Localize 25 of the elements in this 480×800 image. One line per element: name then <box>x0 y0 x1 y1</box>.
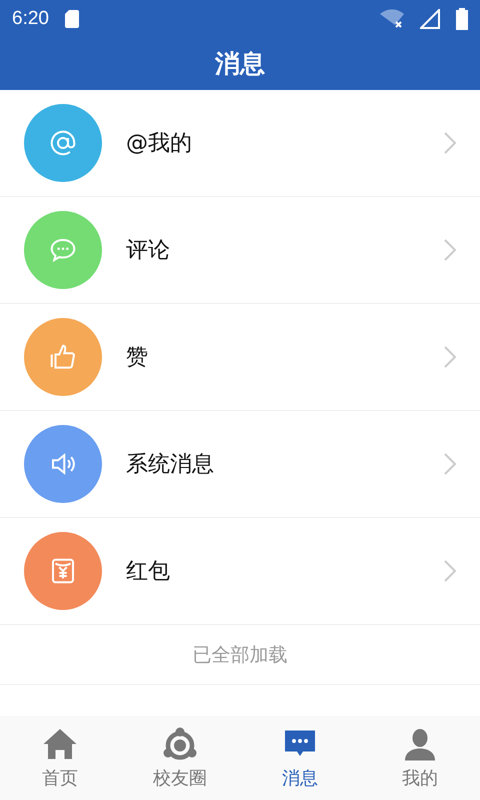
home-icon <box>42 726 78 762</box>
chevron-right-icon <box>444 453 456 475</box>
nav-tab[interactable]: 校友圈 <box>120 716 240 800</box>
message-category-item[interactable]: 红包 <box>0 518 480 625</box>
wifi-off-icon <box>380 8 404 28</box>
at-sign-icon <box>48 128 78 158</box>
sd-card-icon <box>64 10 79 28</box>
message-category-item[interactable]: 系统消息 <box>0 411 480 518</box>
battery-icon <box>456 8 468 30</box>
people-circle-icon <box>162 726 198 762</box>
chevron-right-icon <box>444 239 456 261</box>
page-title: 消息 <box>215 48 265 80</box>
person-icon <box>402 726 438 762</box>
nav-tab[interactable]: 消息 <box>240 716 360 800</box>
nav-tab[interactable]: 首页 <box>0 716 120 800</box>
chevron-right-icon <box>444 560 456 582</box>
message-category-item[interactable]: @我的 <box>0 90 480 197</box>
chevron-right-icon <box>444 132 456 154</box>
status-time: 6:20 <box>12 8 49 30</box>
signal-icon <box>420 8 440 28</box>
message-category-item[interactable]: 赞 <box>0 304 480 411</box>
message-category-item[interactable]: 评论 <box>0 197 480 304</box>
nav-tab[interactable]: 我的 <box>360 716 480 800</box>
chevron-right-icon <box>444 346 456 368</box>
all-loaded-note: 已全部加载 <box>192 642 288 668</box>
